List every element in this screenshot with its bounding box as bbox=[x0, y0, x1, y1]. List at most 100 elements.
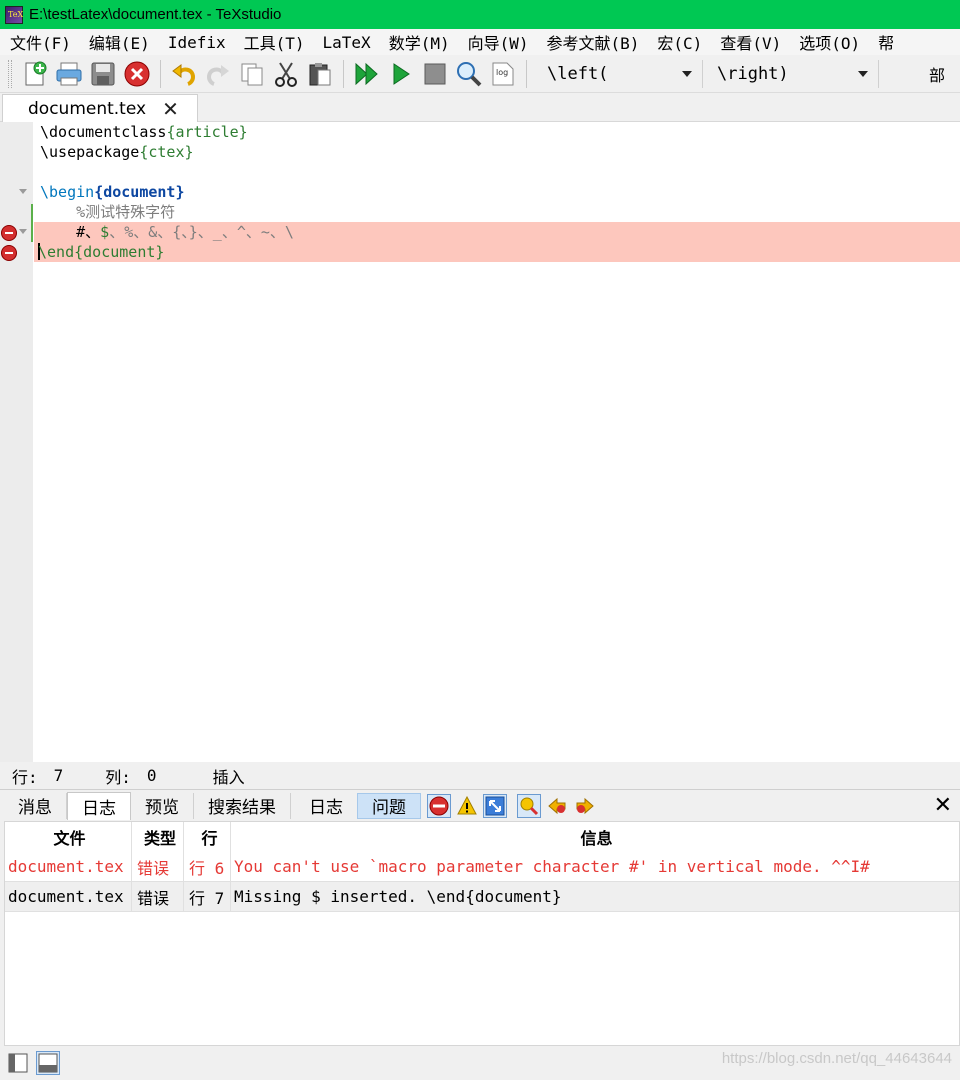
tab-log[interactable]: 日志 bbox=[67, 791, 131, 820]
previous-error-icon[interactable] bbox=[545, 794, 569, 818]
fold-arrow-icon[interactable] bbox=[19, 189, 27, 194]
code-line[interactable] bbox=[34, 162, 960, 182]
code-editor[interactable]: \documentclass{article} \usepackage{ctex… bbox=[0, 122, 960, 762]
gutter-line bbox=[0, 182, 33, 202]
toolbar-separator bbox=[526, 59, 527, 88]
code-line[interactable]: \usepackage{ctex} bbox=[34, 142, 960, 162]
menu-idefix[interactable]: Idefix bbox=[158, 33, 234, 52]
insert-mode-indicator[interactable]: 插入 bbox=[213, 764, 245, 788]
log-icon[interactable]: log bbox=[488, 59, 518, 89]
menu-tools[interactable]: 工具(T) bbox=[234, 30, 313, 54]
close-file-icon[interactable] bbox=[122, 59, 152, 89]
code-line[interactable]: \documentclass{article} bbox=[34, 122, 960, 142]
watermark: https://blog.csdn.net/qq_44643644 bbox=[721, 1050, 952, 1067]
save-icon[interactable] bbox=[88, 59, 118, 89]
tab-label: document.tex bbox=[28, 98, 147, 119]
menu-math[interactable]: 数学(M) bbox=[379, 30, 458, 54]
toggle-sidebar-icon[interactable] bbox=[6, 1051, 30, 1075]
editor-gutter bbox=[0, 122, 33, 762]
table-row[interactable]: document.tex 错误 行 6 You can't use `macro… bbox=[5, 851, 959, 882]
latex-command: \documentclass bbox=[40, 123, 167, 141]
menu-options[interactable]: 选项(O) bbox=[789, 30, 868, 54]
code-line[interactable]: \begin{document} bbox=[34, 182, 960, 202]
menu-latex[interactable]: LaTeX bbox=[313, 33, 379, 52]
next-error-icon[interactable] bbox=[573, 794, 597, 818]
toolbar-grip[interactable] bbox=[8, 59, 12, 88]
menu-view[interactable]: 查看(V) bbox=[710, 30, 789, 54]
tab-search-results[interactable]: 搜索结果 bbox=[194, 792, 291, 819]
code-line-error[interactable]: #、$、%、&、{、}、_、^、~、\ bbox=[34, 222, 960, 242]
toolbar-overflow-label[interactable]: 部 bbox=[929, 62, 945, 86]
menu-bar: 文件(F) 编辑(E) Idefix 工具(T) LaTeX 数学(M) 向导(… bbox=[0, 29, 960, 55]
copy-icon[interactable] bbox=[237, 59, 267, 89]
show-warnings-icon[interactable] bbox=[455, 794, 479, 818]
close-icon[interactable]: ✕ bbox=[162, 99, 179, 119]
table-row[interactable]: document.tex 错误 行 7 Missing $ inserted. … bbox=[5, 881, 959, 912]
cell-message: You can't use `macro parameter character… bbox=[234, 857, 870, 876]
texstudio-icon: TeX bbox=[5, 5, 23, 24]
latex-command: \end bbox=[38, 243, 75, 261]
column-header-file[interactable]: 文件 bbox=[5, 822, 132, 852]
code-line-error[interactable]: \end{document} bbox=[34, 242, 960, 262]
print-icon[interactable] bbox=[54, 59, 84, 89]
menu-edit[interactable]: 编辑(E) bbox=[79, 30, 158, 54]
menu-bibliography[interactable]: 参考文献(B) bbox=[537, 30, 648, 54]
title-bar: TeX E:\testLatex\document.tex - TeXstudi… bbox=[0, 0, 960, 29]
fold-arrow-icon[interactable] bbox=[19, 229, 27, 234]
code-text: #、 bbox=[76, 223, 101, 241]
toolbar-separator bbox=[343, 59, 344, 88]
line-label: 行: bbox=[12, 767, 38, 787]
problems-view-button[interactable]: 问题 bbox=[357, 792, 421, 819]
new-file-icon[interactable] bbox=[20, 59, 50, 89]
build-view-icon[interactable] bbox=[352, 59, 382, 89]
panel-tab-bar: 消息 日志 预览 搜索结果 日志 问题 ✕ bbox=[0, 789, 960, 821]
tab-messages[interactable]: 消息 bbox=[4, 792, 67, 819]
menu-help[interactable]: 帮 bbox=[868, 30, 902, 54]
redo-icon[interactable] bbox=[203, 59, 233, 89]
latex-command: \usepackage bbox=[40, 143, 140, 161]
menu-macros[interactable]: 宏(C) bbox=[647, 30, 710, 54]
cell-file: document.tex bbox=[5, 881, 132, 912]
tab-preview[interactable]: 预览 bbox=[131, 792, 194, 819]
column-label: 列: bbox=[105, 767, 131, 787]
view-icon[interactable] bbox=[454, 59, 484, 89]
cut-icon[interactable] bbox=[271, 59, 301, 89]
undo-icon[interactable] bbox=[169, 59, 199, 89]
fold-range-indicator bbox=[31, 204, 33, 242]
gutter-line bbox=[0, 242, 33, 262]
cell-type: 错误 bbox=[132, 851, 184, 882]
menu-file[interactable]: 文件(F) bbox=[0, 30, 79, 54]
compile-icon[interactable] bbox=[386, 59, 416, 89]
toggle-panel-icon[interactable] bbox=[36, 1051, 60, 1075]
svg-text:log: log bbox=[496, 68, 508, 77]
code-line[interactable]: %测试特殊字符 bbox=[34, 202, 960, 222]
cell-file: document.tex bbox=[5, 851, 132, 882]
paste-icon[interactable] bbox=[305, 59, 335, 89]
code-text: 、%、&、{、}、_、^、~、\ bbox=[109, 223, 294, 241]
column-header-line[interactable]: 行 bbox=[184, 822, 231, 852]
highlight-log-icon[interactable] bbox=[517, 793, 541, 818]
main-toolbar: log \left( \right) 部 bbox=[0, 55, 960, 93]
right-delimiter-select[interactable]: \right) bbox=[703, 59, 879, 88]
right-delimiter-value: \right) bbox=[717, 63, 789, 84]
column-header-type[interactable]: 类型 bbox=[132, 822, 184, 852]
latex-argument: {document} bbox=[74, 243, 165, 261]
tab-document-tex[interactable]: document.tex ✕ bbox=[2, 94, 198, 122]
latex-argument: {ctex} bbox=[139, 143, 194, 161]
latex-comment: %测试特殊字符 bbox=[76, 203, 176, 221]
show-badboxes-icon[interactable] bbox=[483, 793, 507, 818]
close-panel-icon[interactable]: ✕ bbox=[934, 793, 952, 818]
math-delimiter: $ bbox=[100, 223, 110, 241]
log-view-button[interactable]: 日志 bbox=[295, 793, 357, 819]
menu-wizards[interactable]: 向导(W) bbox=[458, 30, 537, 54]
column-header-message[interactable]: 信息 bbox=[231, 822, 959, 852]
gutter-line bbox=[0, 222, 33, 242]
show-errors-icon[interactable] bbox=[427, 793, 451, 818]
latex-argument: {article} bbox=[166, 123, 248, 141]
stop-icon[interactable] bbox=[420, 59, 450, 89]
left-delimiter-select[interactable]: \left( bbox=[533, 59, 703, 88]
log-results-table: 文件 类型 行 信息 document.tex 错误 行 6 You can't… bbox=[4, 821, 960, 1046]
status-bar: 行: 7 列: 0 插入 bbox=[0, 762, 960, 789]
error-marker-icon[interactable] bbox=[1, 245, 17, 261]
error-marker-icon[interactable] bbox=[1, 225, 17, 241]
